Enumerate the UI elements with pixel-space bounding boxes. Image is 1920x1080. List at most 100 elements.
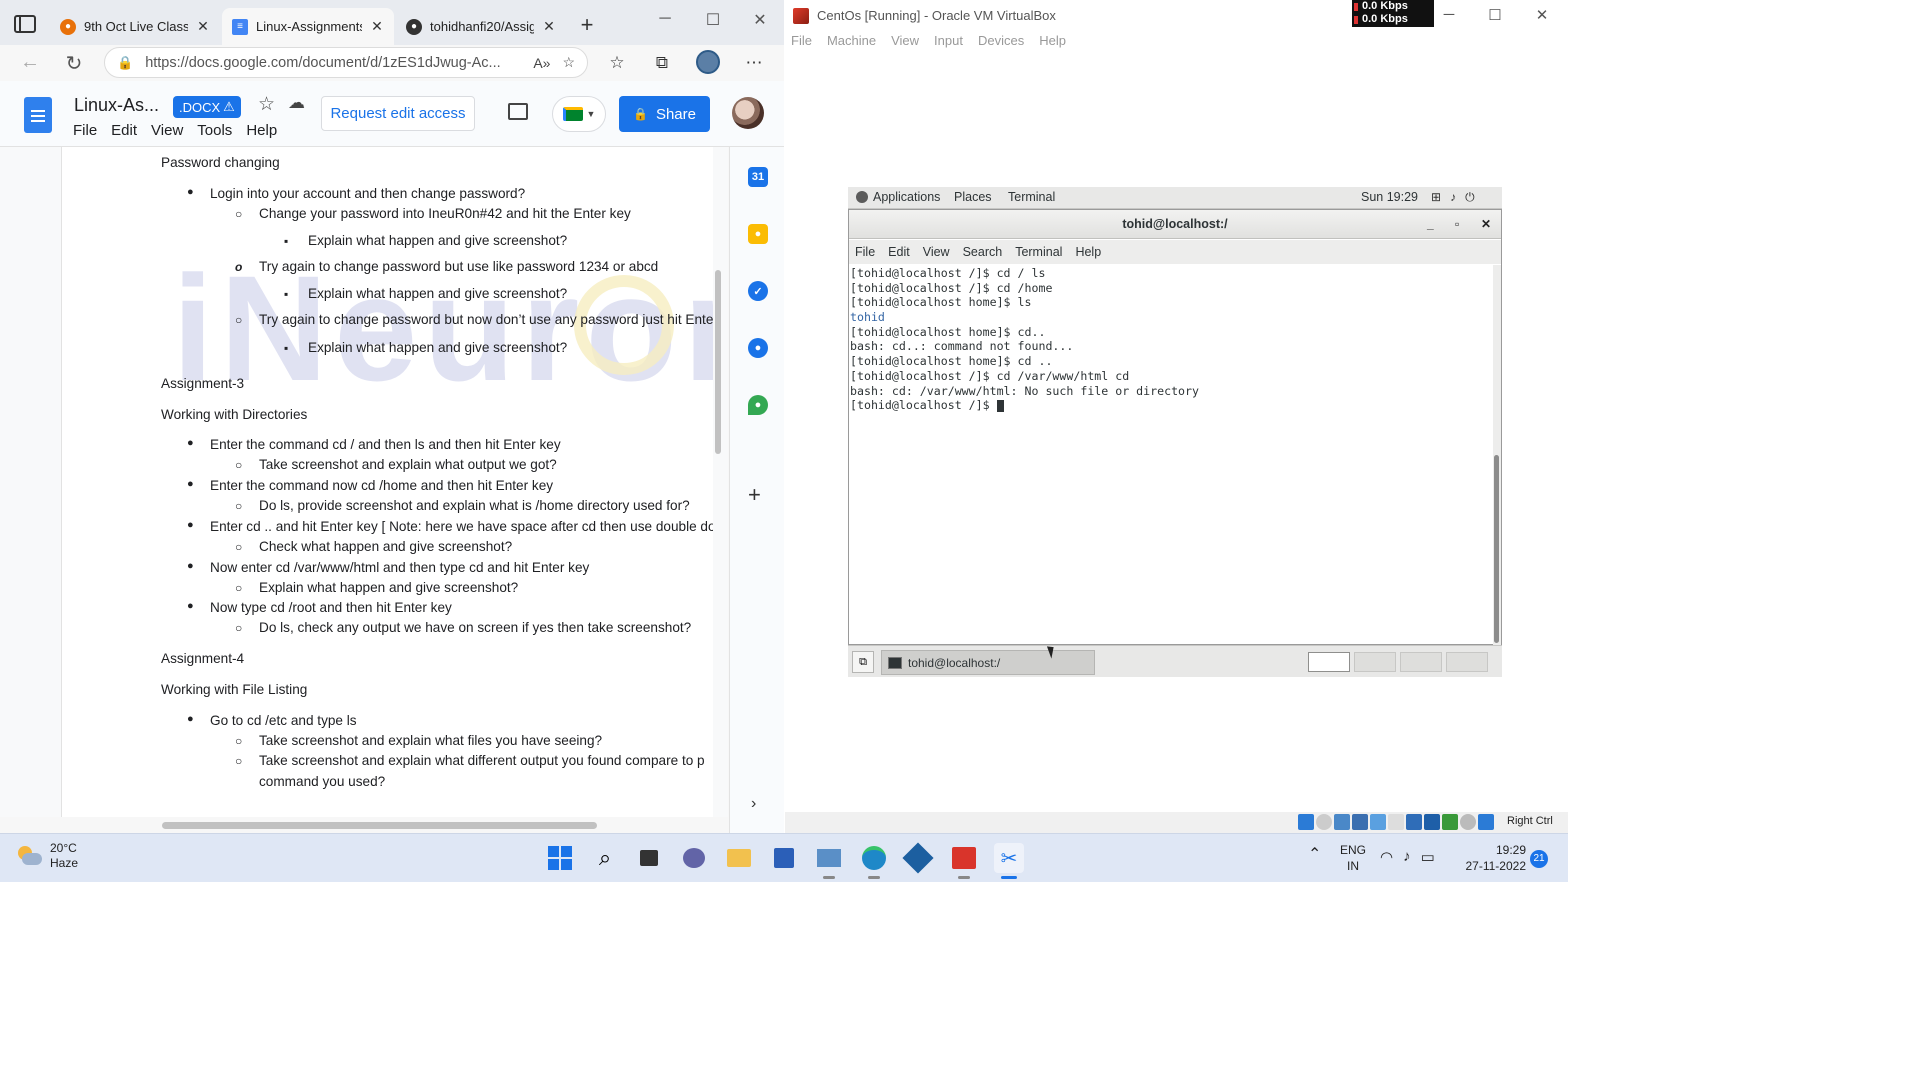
display-icon[interactable] bbox=[1406, 814, 1422, 830]
vbox-close-button[interactable]: ✕ bbox=[1532, 6, 1552, 24]
power-icon[interactable]: ⏻ bbox=[1465, 190, 1475, 205]
user-avatar[interactable] bbox=[732, 97, 764, 129]
menu-help[interactable]: Help bbox=[246, 122, 277, 139]
add-addon-icon[interactable]: + bbox=[748, 482, 761, 508]
terminal-scrollbar[interactable] bbox=[1493, 265, 1501, 645]
menu-tools[interactable]: Tools bbox=[197, 122, 232, 139]
vbox-menu-help[interactable]: Help bbox=[1039, 33, 1066, 48]
menu-file[interactable]: File bbox=[73, 122, 97, 139]
read-aloud-icon[interactable]: A» bbox=[533, 55, 550, 71]
back-arrow-icon[interactable]: ← bbox=[18, 51, 42, 74]
contacts-icon[interactable]: ● bbox=[748, 338, 768, 358]
terminal-maximize-button[interactable]: ▫ bbox=[1455, 210, 1459, 239]
task-view-button[interactable] bbox=[634, 843, 664, 873]
centos-vm-button[interactable] bbox=[949, 843, 979, 879]
taskbar-terminal-task[interactable]: tohid@localhost:/ bbox=[881, 650, 1095, 675]
terminal-app-menu[interactable]: Terminal bbox=[1008, 190, 1055, 204]
minimize-button[interactable]: ─ bbox=[655, 10, 675, 28]
mouse-integration-icon[interactable] bbox=[1460, 814, 1476, 830]
language-indicator[interactable]: ENG IN bbox=[1340, 842, 1366, 874]
recording-icon[interactable] bbox=[1424, 814, 1440, 830]
volume-icon[interactable]: ♪ bbox=[1450, 190, 1456, 205]
resource-monitor-button[interactable] bbox=[814, 843, 844, 879]
tab-github[interactable]: ● tohidhanfi20/Assig ✕ bbox=[396, 8, 566, 45]
workspace-4[interactable] bbox=[1446, 652, 1488, 672]
collections-icon[interactable]: ⧉ bbox=[651, 53, 673, 73]
document-page[interactable]: iNeuron Password changing●Login into you… bbox=[61, 147, 713, 817]
workspace-3[interactable] bbox=[1400, 652, 1442, 672]
meet-button[interactable]: ▼ bbox=[552, 96, 606, 132]
keyboard-icon[interactable] bbox=[1478, 814, 1494, 830]
comment-icon[interactable] bbox=[508, 103, 528, 120]
request-edit-access-button[interactable]: Request edit access bbox=[321, 96, 475, 131]
chat-button[interactable] bbox=[679, 843, 709, 873]
terminal-menu-search[interactable]: Search bbox=[963, 245, 1003, 259]
browser-profile-avatar[interactable] bbox=[696, 50, 720, 74]
google-docs-logo-icon[interactable] bbox=[24, 97, 52, 133]
network-icon[interactable]: ⊞ bbox=[1431, 190, 1441, 205]
vbox-menu-machine[interactable]: Machine bbox=[827, 33, 876, 48]
hdd-icon[interactable] bbox=[1298, 814, 1314, 830]
calendar-icon[interactable]: 31 bbox=[748, 167, 768, 187]
menu-view[interactable]: View bbox=[151, 122, 183, 139]
start-button[interactable] bbox=[545, 843, 575, 873]
edge-button[interactable] bbox=[859, 843, 889, 879]
close-window-button[interactable]: ✕ bbox=[750, 10, 770, 30]
menu-edit[interactable]: Edit bbox=[111, 122, 137, 139]
terminal-scrollbar-thumb[interactable] bbox=[1494, 455, 1499, 643]
panel-clock[interactable]: Sun 19:29 bbox=[1361, 190, 1418, 204]
terminal-close-button[interactable]: ✕ bbox=[1481, 210, 1491, 239]
maps-icon[interactable]: ● bbox=[748, 395, 768, 415]
workspace-2[interactable] bbox=[1354, 652, 1396, 672]
tab-live-class[interactable]: ● 9th Oct Live Class L ✕ bbox=[50, 8, 220, 45]
document-title[interactable]: Linux-As... bbox=[74, 95, 159, 116]
shared-folders-icon[interactable] bbox=[1388, 814, 1404, 830]
keep-icon[interactable]: ● bbox=[748, 224, 768, 244]
horizontal-scrollbar[interactable] bbox=[162, 822, 597, 829]
tasks-icon[interactable]: ✓ bbox=[748, 281, 768, 301]
clock[interactable]: 19:29 27-11-2022 bbox=[1460, 842, 1527, 874]
maximize-button[interactable]: ☐ bbox=[703, 10, 723, 30]
vbox-menu-file[interactable]: File bbox=[791, 33, 812, 48]
vbox-menu-devices[interactable]: Devices bbox=[978, 33, 1024, 48]
audio-icon[interactable] bbox=[1334, 814, 1350, 830]
terminal-menu-edit[interactable]: Edit bbox=[888, 245, 910, 259]
weather-widget[interactable]: 20°C Haze bbox=[16, 841, 78, 871]
wifi-icon[interactable]: ◠ bbox=[1380, 848, 1393, 866]
cloud-status-icon[interactable]: ☁ bbox=[288, 93, 305, 113]
more-menu-icon[interactable]: ⋯ bbox=[743, 53, 765, 73]
virtualbox-manager-button[interactable] bbox=[902, 842, 934, 874]
places-menu[interactable]: Places bbox=[954, 190, 992, 204]
file-explorer-button[interactable] bbox=[724, 843, 754, 873]
address-bar[interactable]: 🔒 https://docs.google.com/document/d/1zE… bbox=[104, 47, 588, 78]
close-tab-icon[interactable]: ✕ bbox=[370, 18, 384, 35]
tab-actions-icon[interactable] bbox=[14, 15, 36, 33]
vbox-menu-view[interactable]: View bbox=[891, 33, 919, 48]
terminal-minimize-button[interactable]: _ bbox=[1427, 210, 1434, 239]
terminal-menu-file[interactable]: File bbox=[855, 245, 875, 259]
reload-icon[interactable]: ↻ bbox=[62, 51, 86, 76]
vbox-minimize-button[interactable]: ─ bbox=[1439, 6, 1459, 23]
docx-badge[interactable]: .DOCX ⚠ bbox=[173, 96, 241, 118]
network-adapter-icon[interactable] bbox=[1352, 814, 1368, 830]
close-tab-icon[interactable]: ✕ bbox=[542, 18, 556, 35]
vm-display[interactable]: Applications Places Terminal Sun 19:29 ⊞… bbox=[785, 55, 1568, 812]
snipping-tool-button[interactable]: ✂ bbox=[994, 843, 1024, 879]
battery-icon[interactable]: ▭ bbox=[1421, 848, 1435, 866]
vbox-maximize-button[interactable]: ☐ bbox=[1485, 6, 1505, 24]
chevron-right-icon[interactable]: › bbox=[751, 795, 756, 813]
show-hidden-icons-chevron-icon[interactable]: ⌃ bbox=[1308, 844, 1321, 864]
terminal-menu-help[interactable]: Help bbox=[1075, 245, 1101, 259]
search-button[interactable]: ⌕ bbox=[590, 843, 620, 873]
terminal-menu-terminal[interactable]: Terminal bbox=[1015, 245, 1062, 259]
vbox-menu-input[interactable]: Input bbox=[934, 33, 963, 48]
terminal-output[interactable]: [tohid@localhost /]$ cd / ls [tohid@local… bbox=[849, 265, 1493, 644]
usb-icon[interactable] bbox=[1370, 814, 1386, 830]
notification-badge[interactable]: 21 bbox=[1530, 850, 1548, 868]
workspace-1[interactable] bbox=[1308, 652, 1350, 672]
speaker-icon[interactable]: ♪ bbox=[1403, 848, 1411, 866]
close-tab-icon[interactable]: ✕ bbox=[196, 18, 210, 35]
optical-drive-icon[interactable] bbox=[1316, 814, 1332, 830]
share-button[interactable]: 🔒 Share bbox=[619, 96, 710, 132]
new-tab-button[interactable]: + bbox=[575, 12, 599, 38]
